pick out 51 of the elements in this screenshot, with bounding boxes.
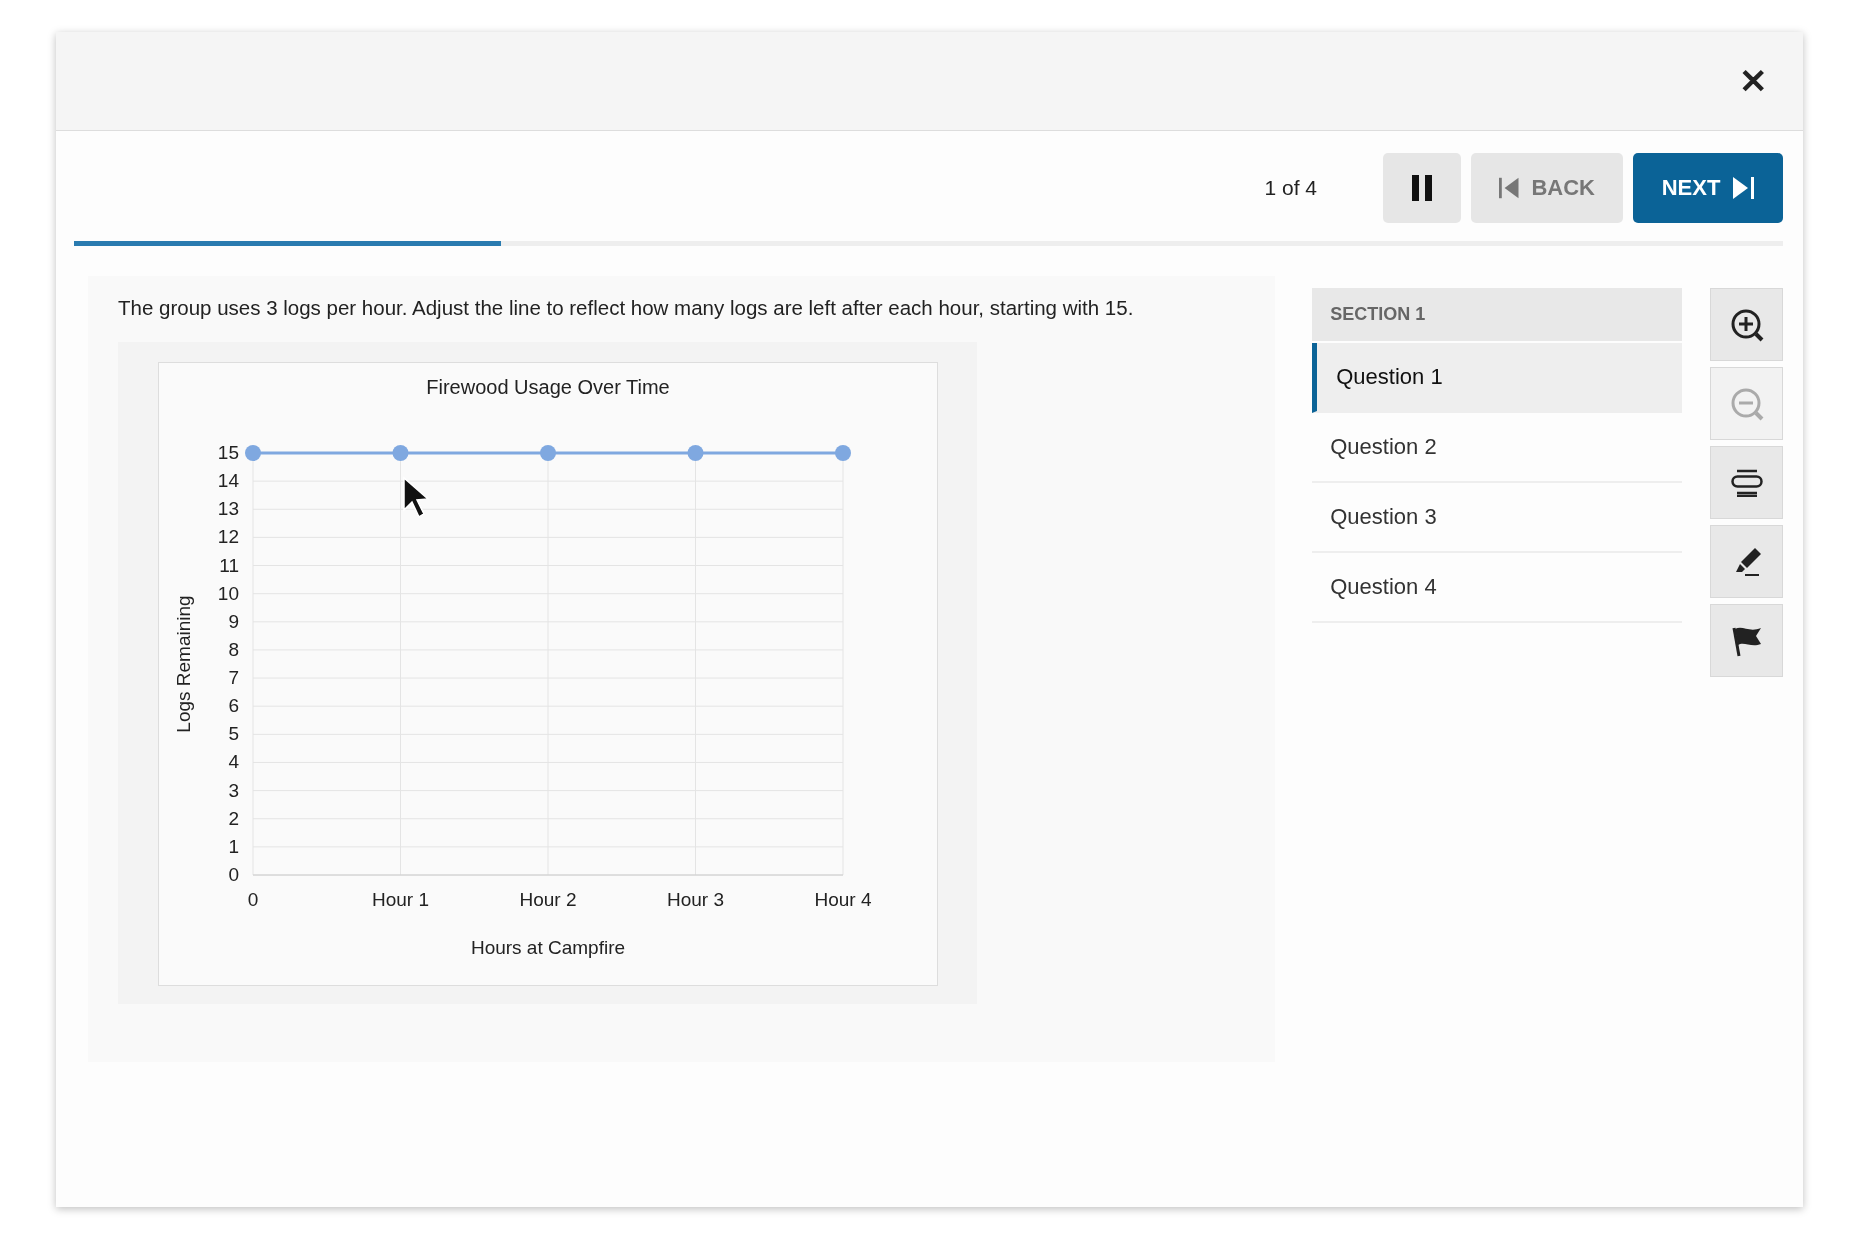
y-tick-label: 11 bbox=[219, 554, 239, 576]
question-counter: 1 of 4 bbox=[1264, 176, 1317, 200]
next-button[interactable]: NEXT bbox=[1633, 153, 1783, 223]
data-point[interactable] bbox=[540, 445, 556, 461]
pause-button[interactable] bbox=[1383, 153, 1461, 223]
question-item[interactable]: Question 1 bbox=[1312, 343, 1682, 413]
x-tick-label: Hour 1 bbox=[372, 889, 429, 910]
highlighter-button[interactable] bbox=[1710, 525, 1783, 598]
data-point[interactable] bbox=[392, 445, 409, 461]
question-item[interactable]: Question 4 bbox=[1312, 553, 1682, 623]
y-tick-label: 15 bbox=[217, 442, 239, 463]
zoom-in-icon bbox=[1729, 307, 1764, 342]
data-point[interactable] bbox=[245, 445, 261, 461]
zoom-in-button[interactable] bbox=[1710, 288, 1783, 361]
y-tick-label: 13 bbox=[217, 498, 239, 520]
zoom-out-icon bbox=[1729, 386, 1764, 421]
close-button[interactable]: ✕ bbox=[1731, 57, 1775, 105]
x-tick-label: Hour 2 bbox=[519, 889, 577, 910]
y-tick-label: 1 bbox=[228, 835, 239, 857]
cursor-icon bbox=[403, 476, 430, 519]
y-tick-label: 9 bbox=[228, 610, 239, 632]
x-tick-label: Hour 3 bbox=[667, 889, 724, 910]
y-tick-label: 10 bbox=[217, 582, 239, 604]
back-button[interactable]: BACK bbox=[1471, 153, 1623, 223]
x-tick-label: Hour 4 bbox=[814, 889, 872, 910]
y-tick-label: 14 bbox=[217, 470, 239, 492]
y-tick-label: 6 bbox=[228, 695, 239, 717]
x-tick-label: 0 bbox=[247, 889, 259, 910]
pause-icon bbox=[1411, 175, 1433, 201]
data-point[interactable] bbox=[835, 445, 851, 461]
y-tick-label: 4 bbox=[228, 751, 239, 773]
y-tick-label: 8 bbox=[228, 638, 239, 660]
x-axis-title: Hours at Campfire bbox=[470, 937, 626, 958]
line-reader-button[interactable] bbox=[1710, 446, 1783, 519]
y-tick-label: 0 bbox=[228, 864, 239, 885]
y-tick-label: 12 bbox=[217, 526, 239, 548]
question-item[interactable]: Question 3 bbox=[1312, 483, 1682, 553]
data-point[interactable] bbox=[687, 445, 704, 461]
y-axis-title: Logs Remaining bbox=[173, 595, 194, 733]
chart-title: Firewood Usage Over Time bbox=[426, 376, 670, 398]
line-reader-icon bbox=[1730, 468, 1763, 497]
y-tick-label: 3 bbox=[228, 779, 239, 801]
section-header: SECTION 1 bbox=[1312, 288, 1682, 341]
flag-button[interactable] bbox=[1710, 604, 1783, 677]
skip-forward-icon bbox=[1732, 177, 1755, 199]
question-item[interactable]: Question 2 bbox=[1312, 413, 1682, 483]
y-tick-label: 5 bbox=[228, 723, 239, 745]
question-prompt: The group uses 3 logs per hour. Adjust the line to reflect how many logs are left after each hour, starting with 15. bbox=[118, 296, 1135, 320]
skip-back-icon bbox=[1499, 177, 1520, 199]
y-tick-label: 2 bbox=[228, 807, 239, 829]
y-tick-label: 7 bbox=[228, 667, 239, 689]
